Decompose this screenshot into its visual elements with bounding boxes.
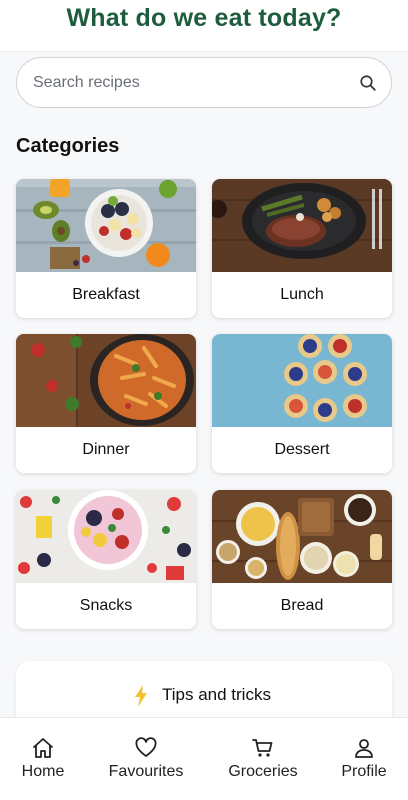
category-card-dessert[interactable]: Dessert	[212, 334, 392, 473]
lunch-image	[212, 179, 392, 272]
nav-label: Groceries	[228, 763, 298, 780]
page-title: What do we eat today?	[66, 4, 342, 32]
search-bar[interactable]	[16, 57, 392, 108]
category-card-dinner[interactable]: Dinner	[16, 334, 196, 473]
snacks-image	[16, 490, 196, 583]
breakfast-image	[16, 179, 196, 272]
dinner-image	[16, 334, 196, 427]
tips-label: Tips and tricks	[162, 685, 271, 704]
app-screen: What do we eat today? Categories	[0, 0, 408, 800]
heart-icon	[135, 737, 157, 757]
nav-item-groceries[interactable]: Groceries	[220, 718, 306, 800]
category-card-breakfast[interactable]: Breakfast	[16, 179, 196, 318]
category-card-bread[interactable]: Bread	[212, 490, 392, 629]
category-label: Lunch	[280, 286, 324, 303]
nav-item-home[interactable]: Home	[8, 718, 78, 800]
category-label: Breakfast	[72, 286, 140, 303]
person-icon	[355, 739, 373, 758]
category-card-lunch[interactable]: Lunch	[212, 179, 392, 318]
nav-item-favourites[interactable]: Favourites	[100, 718, 192, 800]
bottom-navigation: Home Favourites Groceries Profile	[0, 717, 408, 800]
category-label: Snacks	[79, 597, 133, 614]
search-input[interactable]	[33, 58, 353, 107]
nav-item-profile[interactable]: Profile	[330, 718, 398, 800]
bread-image	[212, 490, 392, 583]
nav-label: Home	[21, 763, 65, 780]
search-icon[interactable]	[359, 74, 377, 92]
dessert-image	[212, 334, 392, 427]
category-card-snacks[interactable]: Snacks	[16, 490, 196, 629]
nav-label: Favourites	[108, 763, 184, 780]
nav-label: Profile	[341, 763, 387, 780]
category-label: Dessert	[274, 441, 330, 458]
categories-heading: Categories	[16, 135, 120, 157]
app-header: What do we eat today?	[0, 0, 408, 52]
category-label: Bread	[280, 597, 324, 614]
lightning-icon	[135, 685, 147, 707]
category-label: Dinner	[82, 441, 130, 458]
home-icon	[33, 738, 53, 758]
cart-icon	[252, 739, 273, 757]
